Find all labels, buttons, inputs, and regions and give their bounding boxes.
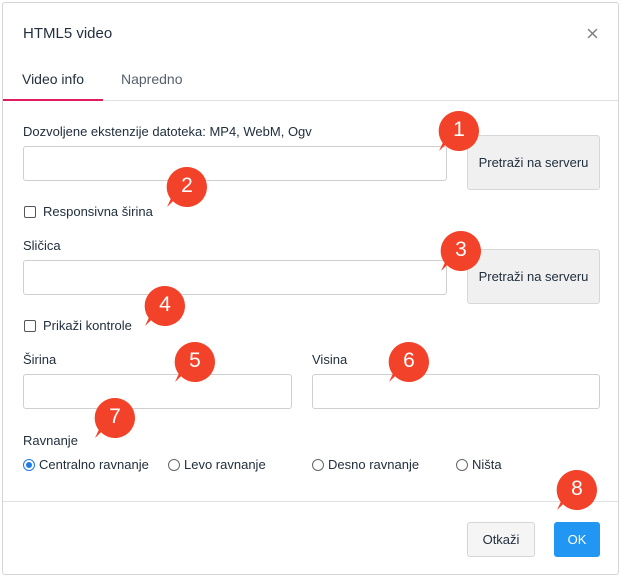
html5-video-dialog: HTML5 video Video info Napredno Dozvolje… [2, 2, 619, 575]
tab-video-info[interactable]: Video info [3, 63, 103, 101]
annotation-marker-6: 6 [387, 340, 431, 384]
marker-number: 6 [403, 349, 415, 372]
width-input[interactable] [23, 374, 292, 409]
tab-napredno[interactable]: Napredno [121, 63, 183, 101]
alignment-option-none[interactable]: Ništa [456, 457, 502, 472]
dialog-title: HTML5 video [23, 25, 113, 42]
alignment-option-right[interactable]: Desno ravnanje [312, 457, 419, 472]
annotation-marker-4: 4 [143, 284, 187, 328]
cancel-button[interactable]: Otkaži [467, 522, 535, 557]
responsive-width-checkbox[interactable] [24, 205, 36, 218]
annotation-marker-7: 7 [93, 396, 137, 440]
width-label: Širina [23, 352, 57, 367]
alignment-option-label: Ništa [472, 457, 502, 472]
responsive-width-row[interactable]: Responsivna širina [24, 204, 153, 219]
alignment-option-left[interactable]: Levo ravnanje [168, 457, 266, 472]
marker-number: 8 [571, 477, 583, 500]
alignment-option-label: Desno ravnanje [328, 457, 420, 472]
marker-number: 3 [455, 238, 467, 261]
annotation-marker-1: 1 [437, 109, 481, 153]
alignment-option-label: Centralno ravnanje [39, 457, 149, 472]
marker-number: 2 [181, 174, 193, 197]
height-input[interactable] [312, 374, 600, 409]
alignment-radio-none[interactable] [456, 458, 468, 471]
alignment-radio-left[interactable] [168, 458, 180, 471]
browse-server-button-thumbnail[interactable]: Pretraži na serveru [467, 249, 600, 304]
show-controls-label: Prikaži kontrole [43, 318, 132, 333]
ok-button[interactable]: OK [554, 522, 600, 557]
dialog-header: HTML5 video [3, 3, 618, 63]
extensions-label: Dozvoljene ekstenzije datoteka: MP4, Web… [23, 124, 312, 139]
close-button[interactable] [582, 23, 602, 43]
alignment-option-center[interactable]: Centralno ravnanje [23, 457, 149, 472]
annotation-marker-2: 2 [165, 165, 209, 209]
annotation-marker-5: 5 [173, 340, 217, 384]
annotation-marker-8: 8 [555, 468, 599, 512]
footer-divider [3, 501, 618, 502]
show-controls-checkbox[interactable] [24, 319, 36, 332]
marker-number: 1 [453, 118, 465, 141]
marker-number: 7 [109, 405, 121, 428]
marker-number: 4 [159, 293, 171, 316]
close-icon [587, 28, 597, 38]
height-label: Visina [312, 352, 348, 367]
alignment-label: Ravnanje [23, 433, 78, 448]
marker-number: 5 [189, 349, 201, 372]
show-controls-row[interactable]: Prikaži kontrole [24, 318, 132, 333]
thumbnail-label: Sličica [23, 238, 61, 253]
video-url-input[interactable] [23, 146, 447, 181]
tab-bar: Video info Napredno [3, 63, 618, 101]
browse-server-button-video[interactable]: Pretraži na serveru [467, 135, 600, 190]
responsive-width-label: Responsivna širina [43, 204, 153, 219]
alignment-radio-center[interactable] [23, 458, 35, 471]
alignment-option-label: Levo ravnanje [184, 457, 266, 472]
thumbnail-url-input[interactable] [23, 260, 447, 295]
alignment-radio-right[interactable] [312, 458, 324, 471]
annotation-marker-3: 3 [439, 229, 483, 273]
